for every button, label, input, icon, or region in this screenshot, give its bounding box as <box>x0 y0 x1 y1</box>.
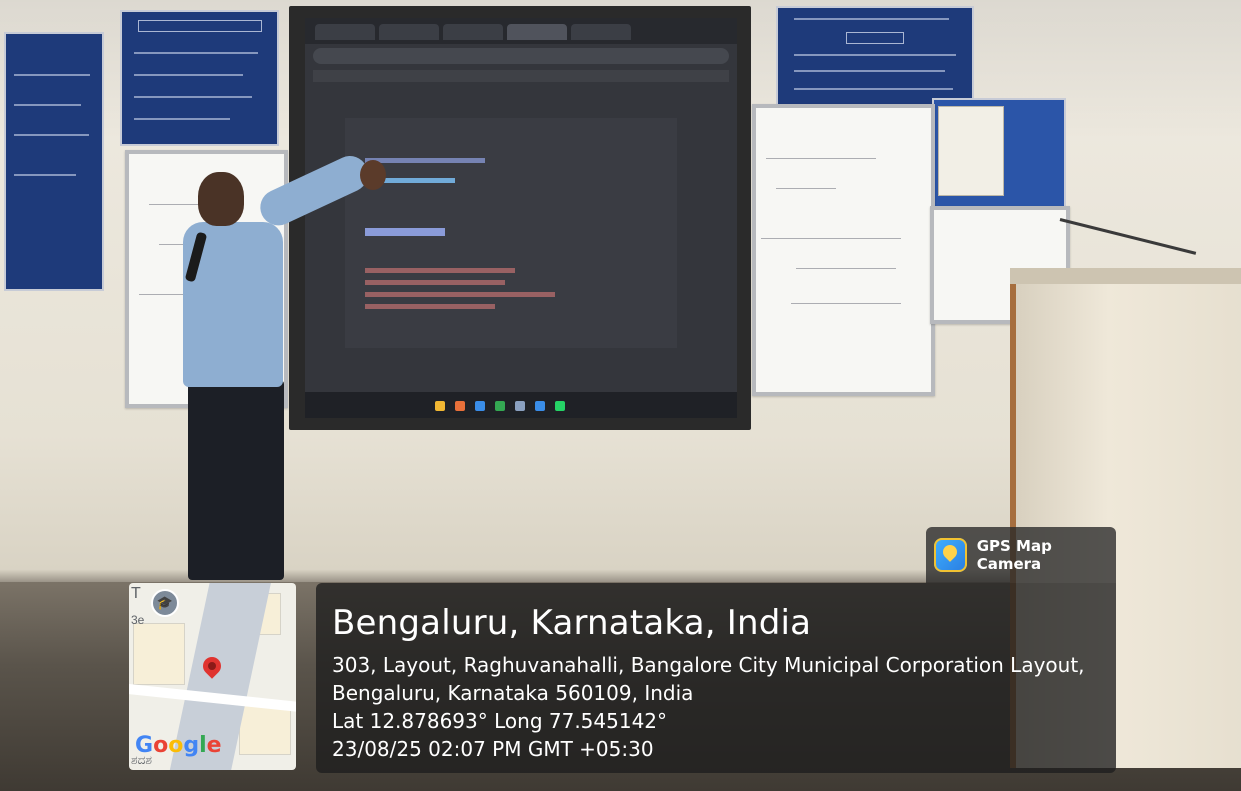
timestamp: 23/08/25 02:07 PM GMT +05:30 <box>332 737 654 761</box>
podium-microphone <box>1059 218 1197 255</box>
notice-board-left <box>4 32 104 291</box>
windows-taskbar <box>305 392 737 418</box>
presenter-head <box>198 172 244 226</box>
map-label: 3e <box>131 613 145 627</box>
presenter-legs <box>188 380 284 580</box>
browser-address-bar <box>313 48 729 64</box>
notice-board-right <box>932 98 1066 212</box>
browser-tab-strip <box>305 18 737 44</box>
notice-board-department <box>120 10 279 146</box>
location-info-panel: Bengaluru, Karnataka, India 303, Layout,… <box>316 583 1116 773</box>
podium-top <box>1010 268 1241 284</box>
map-label: ಶದಶ <box>131 753 152 767</box>
chat-content <box>345 118 677 348</box>
map-label: T <box>131 585 141 602</box>
gps-app-name: GPS Map Camera <box>976 537 1052 573</box>
whiteboard-right <box>752 104 935 396</box>
notice-board-mission <box>776 6 974 108</box>
graduation-cap-icon: 🎓 <box>151 589 179 617</box>
address-line-2: Bengaluru, Karnataka 560109, India <box>332 681 694 705</box>
browser-bookmarks-bar <box>313 70 729 82</box>
location-map-thumbnail: T 3e 🎓 Google ಶದಶ <box>129 583 296 770</box>
address-line-1: 303, Layout, Raghuvanahalli, Bangalore C… <box>332 653 1085 677</box>
gps-app-badge: GPS Map Camera <box>926 527 1116 583</box>
projected-browser <box>305 18 737 418</box>
gps-map-camera-icon <box>934 538 967 572</box>
presenter-hand <box>360 160 386 190</box>
projector-screen-frame <box>289 6 751 430</box>
location-title: Bengaluru, Karnataka, India <box>332 603 812 643</box>
coordinates: Lat 12.878693° Long 77.545142° <box>332 709 668 733</box>
